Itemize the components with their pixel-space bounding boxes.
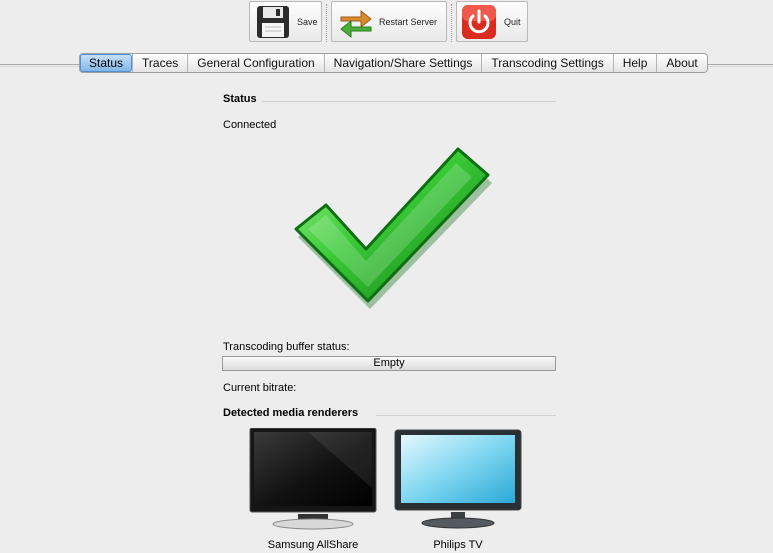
transcoding-buffer-progress: Empty [222,356,556,371]
connected-checkmark-icon [294,147,492,309]
renderers-section-title: Detected media renderers [223,407,359,419]
restart-server-button[interactable]: Restart Server [331,1,447,42]
restart-server-label: Restart Server [379,16,438,27]
buffer-status-value: Empty [373,357,405,369]
tab-transcoding-settings[interactable]: Transcoding Settings [481,54,612,72]
tab-status[interactable]: Status [80,54,133,72]
renderer-samsung[interactable]: Samsung AllShare [248,427,378,551]
section-divider [376,415,556,416]
toolbar-separator [451,4,452,42]
renderer-philips[interactable]: Philips TV [393,428,523,551]
tab-about[interactable]: About [656,54,706,72]
buffer-status-label: Transcoding buffer status: [223,341,350,353]
tab-traces[interactable]: Traces [132,54,187,72]
tab-bar: Status Traces General Configuration Navi… [79,53,708,73]
status-section-title: Status [223,93,257,105]
renderer-name: Philips TV [433,539,483,551]
tab-general-configuration[interactable]: General Configuration [187,54,323,72]
section-divider [262,101,556,102]
floppy-disk-icon [257,5,289,38]
save-button[interactable]: Save [249,1,322,42]
dark-tv-icon [249,427,377,530]
tab-help[interactable]: Help [612,54,657,72]
renderer-name: Samsung AllShare [267,539,359,551]
current-bitrate-label: Current bitrate: [223,382,297,394]
quit-button[interactable]: Quit [456,1,528,42]
toolbar: Save Restart Server Quit [0,0,773,46]
quit-label: Quit [504,16,521,27]
save-label: Save [297,16,318,27]
restart-arrows-icon [340,9,372,38]
toolbar-separator [326,4,327,42]
power-icon [462,4,496,39]
connection-status: Connected [223,119,277,131]
tab-navigation-share-settings[interactable]: Navigation/Share Settings [323,54,482,72]
light-tv-icon [394,429,522,529]
